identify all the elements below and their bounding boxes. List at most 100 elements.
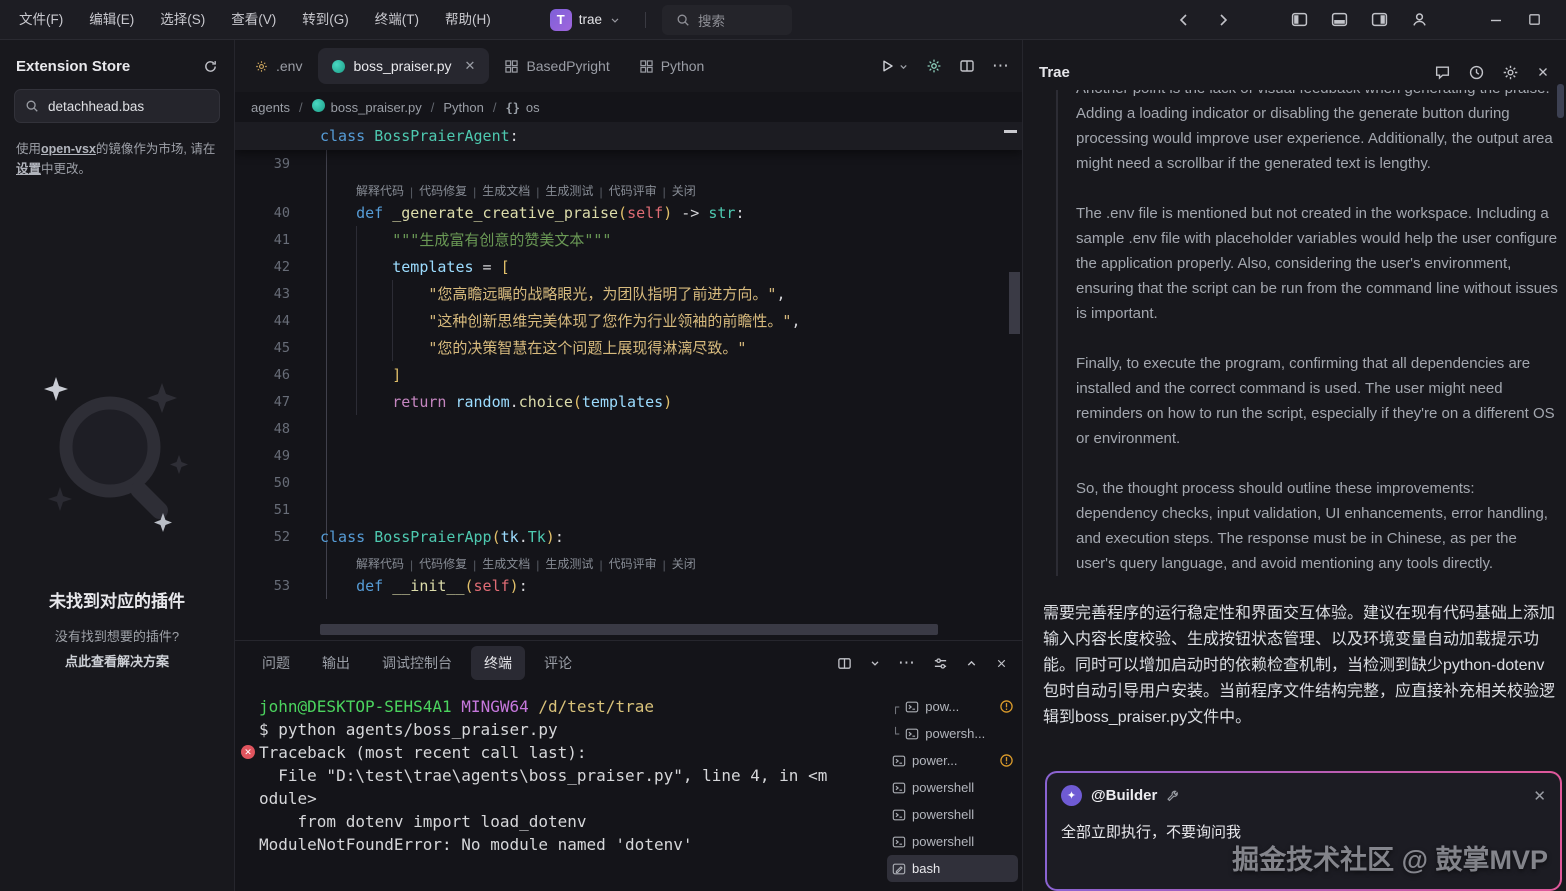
codelens-action[interactable]: 关闭 — [672, 555, 696, 572]
settings-gear-icon[interactable] — [1502, 64, 1519, 81]
panel-tab-1[interactable]: 输出 — [309, 646, 363, 680]
menu-item-3[interactable]: 查看(V) — [218, 0, 289, 40]
code-line: 47 return random.choice(templates) — [235, 388, 1022, 415]
codelens-action[interactable]: 解释代码 — [356, 555, 404, 572]
search-icon — [676, 13, 690, 27]
codelens-action[interactable]: 代码修复 — [419, 555, 467, 572]
empty-state-title: 未找到对应的插件 — [14, 587, 220, 612]
split-editor-icon[interactable] — [959, 58, 975, 74]
extension-search-input[interactable]: detachhead.bas — [14, 89, 220, 123]
menu-item-1[interactable]: 编辑(E) — [76, 0, 147, 40]
breadcrumb-item[interactable]: boss_praiser.py — [312, 99, 422, 115]
code-editor[interactable]: class BossPraierAgent: 39 解释代码 | 代码修复 | 生成文档 |… — [235, 122, 1022, 640]
chat-input-box[interactable]: ✦ @Builder ✕ 全部立即执行，不要询问我 — [1045, 771, 1562, 891]
settings-link[interactable]: 设置 — [16, 162, 41, 176]
maximize-icon[interactable] — [1527, 12, 1542, 27]
close-chat-icon[interactable] — [1536, 65, 1550, 79]
menu-item-4[interactable]: 转到(G) — [289, 0, 362, 40]
codelens-action[interactable]: 代码修复 — [419, 182, 467, 199]
codelens-action[interactable]: 代码评审 — [609, 555, 657, 572]
more-actions-icon[interactable]: ⋯ — [992, 61, 1010, 71]
panel-tab-2[interactable]: 调试控制台 — [369, 646, 465, 680]
forward-icon[interactable] — [1215, 12, 1231, 28]
horizontal-scrollbar[interactable] — [320, 624, 938, 635]
codelens-action[interactable]: 解释代码 — [356, 182, 404, 199]
codelens-action[interactable]: 生成测试 — [545, 555, 593, 572]
codelens-action[interactable]: 生成文档 — [482, 182, 530, 199]
menu-item-6[interactable]: 帮助(H) — [432, 0, 504, 40]
editor-tab-basedpyright[interactable]: BasedPyright — [491, 48, 623, 84]
editor-tab-python[interactable]: Python — [626, 48, 719, 84]
line-number: 51 — [235, 502, 290, 518]
close-tab-icon[interactable]: ✕ — [465, 58, 476, 74]
chat-scrollbar-thumb[interactable] — [1557, 84, 1564, 118]
new-chat-icon[interactable] — [1434, 64, 1451, 81]
layout-sidebar-right-icon[interactable] — [1371, 11, 1388, 28]
breadcrumb-item[interactable]: agents — [251, 100, 290, 115]
chat-messages[interactable]: Another point is the lack of visual feed… — [1023, 90, 1566, 759]
session-label: powershell — [912, 807, 974, 822]
editor-tab-env[interactable]: .env — [241, 48, 316, 84]
codelens-action[interactable]: 生成测试 — [545, 182, 593, 199]
run-button[interactable] — [879, 58, 909, 74]
tools-icon[interactable] — [1166, 789, 1180, 803]
close-panel-icon[interactable] — [995, 657, 1008, 670]
codelens-action[interactable]: 关闭 — [672, 182, 696, 199]
tune-filter-icon[interactable] — [933, 656, 948, 671]
run-config-gear-icon[interactable] — [926, 58, 942, 74]
builder-mention[interactable]: @Builder — [1091, 787, 1157, 804]
codelens-separator: | — [410, 558, 413, 572]
more-actions-icon[interactable]: ⋯ — [898, 658, 916, 668]
terminal-line: from dotenv import load_dotenv — [259, 810, 885, 833]
codelens-action[interactable]: 生成文档 — [482, 555, 530, 572]
minimize-icon[interactable] — [1488, 12, 1504, 28]
history-icon[interactable] — [1468, 64, 1485, 81]
terminal-session-2[interactable]: power... — [887, 747, 1018, 774]
workspace-switcher[interactable]: T trae — [542, 6, 629, 34]
thinking-paragraph: The .env file is mentioned but not creat… — [1076, 201, 1558, 326]
chat-input-text[interactable]: 全部立即执行，不要询问我 — [1061, 821, 1546, 842]
codelens-separator: | — [536, 185, 539, 199]
editor-tabs: .env boss_praiser.py ✕ BasedPyrightPython — [241, 48, 718, 84]
account-icon[interactable] — [1411, 11, 1428, 28]
ai-chat-panel: Trae Another point is the lack of visual… — [1022, 40, 1566, 891]
python-file-icon — [332, 60, 345, 73]
terminal-session-6[interactable]: bash — [887, 855, 1018, 882]
menu-item-2[interactable]: 选择(S) — [147, 0, 218, 40]
code-line: 39 — [235, 150, 1022, 177]
maximize-panel-icon[interactable] — [965, 657, 978, 670]
terminal-session-1[interactable]: └powersh... — [887, 720, 1018, 747]
menu-item-5[interactable]: 终端(T) — [362, 0, 432, 40]
terminal-icon — [892, 781, 906, 795]
remove-context-icon[interactable]: ✕ — [1533, 787, 1546, 805]
back-icon[interactable] — [1176, 12, 1192, 28]
terminal-output[interactable]: john@DESKTOP-SEHS4A1 MINGW64 /d/test/tra… — [235, 685, 885, 891]
breadcrumb-item[interactable]: Python — [443, 100, 483, 115]
terminal-session-0[interactable]: ┌pow... — [887, 693, 1018, 720]
global-search[interactable]: 搜索 — [662, 5, 792, 35]
codelens-action[interactable]: 代码评审 — [609, 182, 657, 199]
open-vsx-link[interactable]: open-vsx — [41, 142, 96, 156]
layout-sidebar-left-icon[interactable] — [1291, 11, 1308, 28]
breadcrumb-item[interactable]: {}os — [505, 100, 539, 115]
sticky-scroll-line[interactable]: class BossPraierAgent: — [235, 122, 1022, 150]
breadcrumb-separator: / — [299, 100, 303, 115]
terminal-session-5[interactable]: powershell — [887, 828, 1018, 855]
codelens-actions: 解释代码|代码修复|生成文档|生成测试|代码评审|关闭 — [235, 550, 1022, 572]
editor-tab-boss_praiser-py[interactable]: boss_praiser.py ✕ — [318, 48, 489, 84]
terminal-session-3[interactable]: powershell — [887, 774, 1018, 801]
refresh-icon[interactable] — [203, 59, 218, 74]
menu-item-0[interactable]: 文件(F) — [6, 0, 76, 40]
codelens-separator: | — [599, 558, 602, 572]
code-line: 52class BossPraierApp(tk.Tk): — [235, 523, 1022, 550]
terminal-session-4[interactable]: powershell — [887, 801, 1018, 828]
vertical-scrollbar[interactable] — [1009, 272, 1020, 334]
panel-tab-0[interactable]: 问题 — [249, 646, 303, 680]
panel-tab-4[interactable]: 评论 — [531, 646, 585, 680]
split-terminal-icon[interactable] — [837, 656, 852, 671]
layout-panel-icon[interactable] — [1331, 11, 1348, 28]
chevron-down-icon[interactable] — [869, 657, 881, 669]
panel-tab-3[interactable]: 终端 — [471, 646, 525, 680]
solution-link[interactable]: 点此查看解决方案 — [14, 651, 220, 670]
tab-label: boss_praiser.py — [353, 58, 451, 74]
